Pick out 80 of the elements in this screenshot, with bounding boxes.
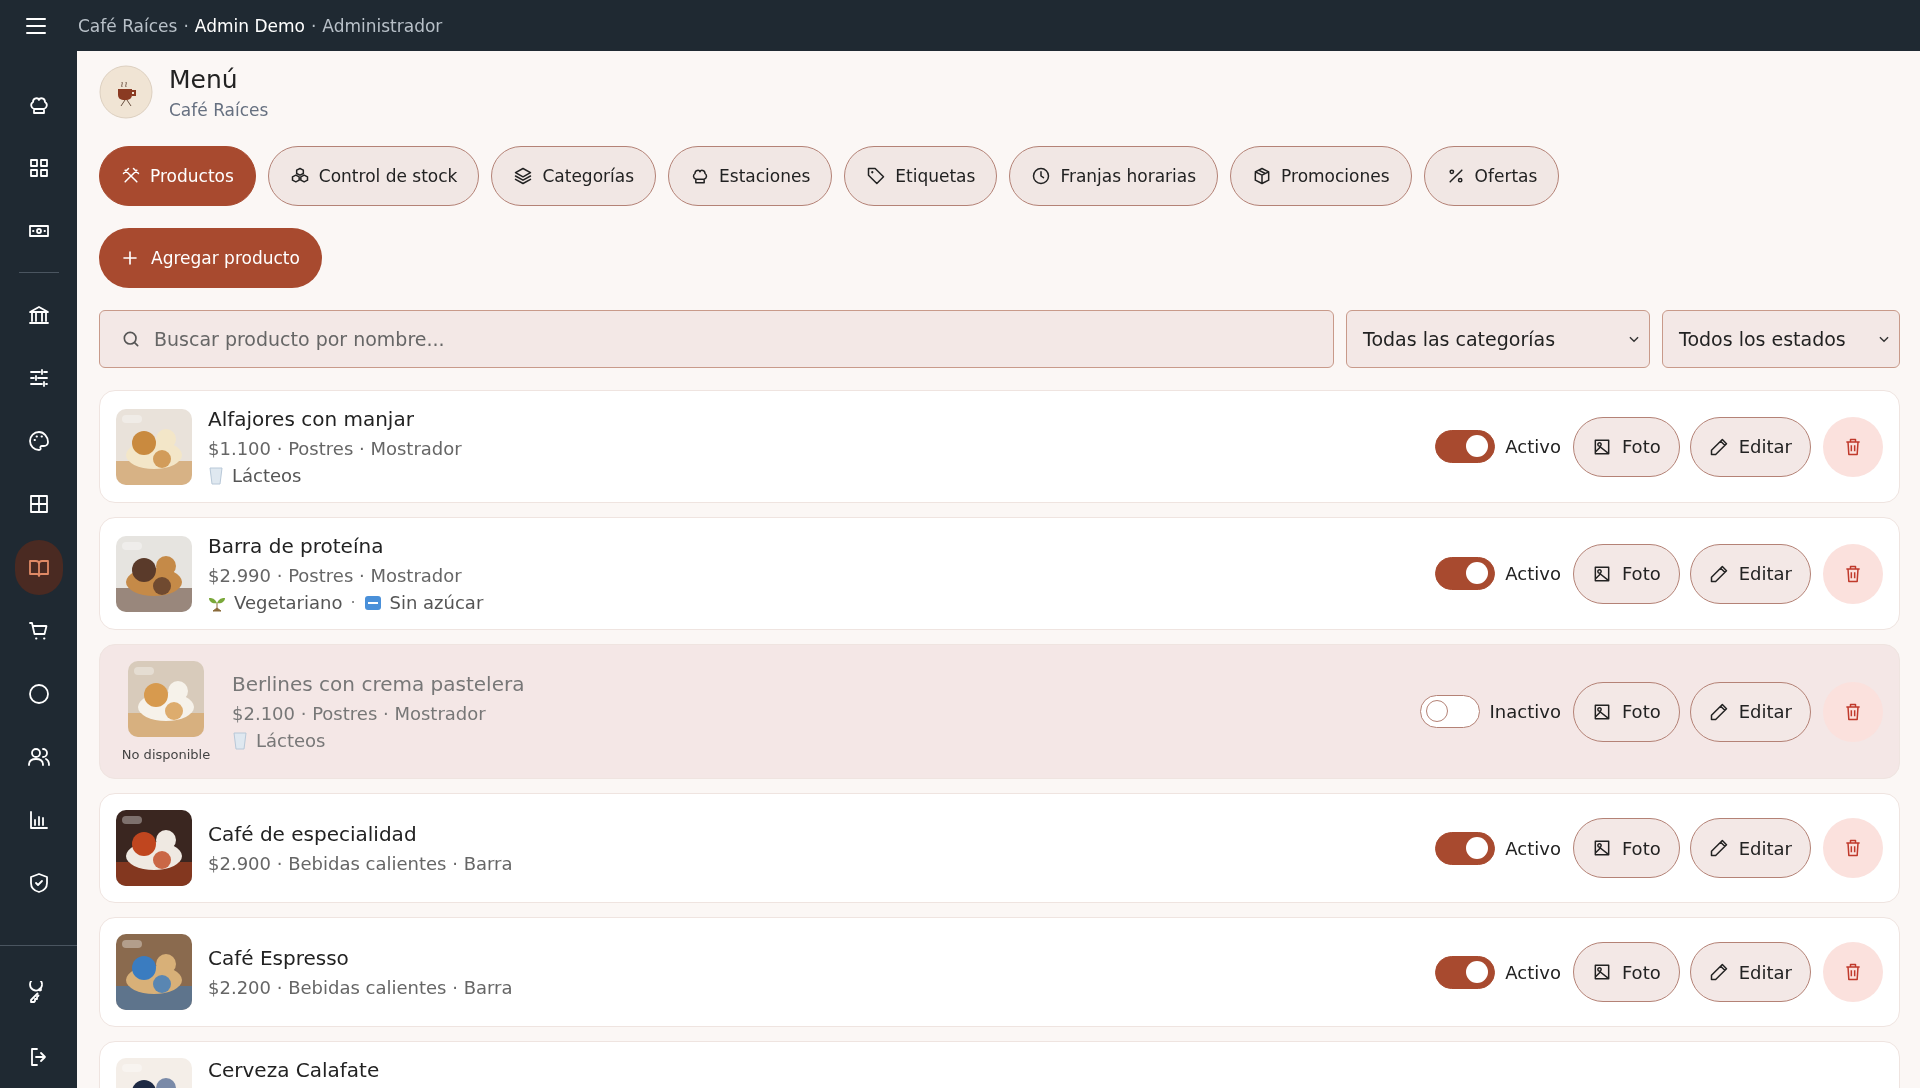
plus-icon	[121, 249, 139, 267]
breadcrumb-item: Café Raíces	[78, 15, 178, 36]
tab[interactable]: Control de stock	[267, 146, 480, 206]
pencil-icon	[1708, 563, 1729, 584]
tag-icon	[866, 166, 887, 186]
cubes-icon	[289, 166, 310, 186]
filter-select[interactable]: Todos los estados	[1662, 310, 1900, 368]
toggle-switch[interactable]	[1435, 831, 1496, 865]
product-details: $2.990 · Postres · Mostrador	[208, 565, 463, 586]
status-label: Activo	[1505, 563, 1561, 584]
pencil-icon	[1708, 838, 1729, 858]
breadcrumb-item: ·	[310, 15, 317, 36]
clock-icon	[1031, 166, 1052, 186]
status-label: Inactivo	[1489, 701, 1561, 722]
page-title: Menú	[169, 65, 239, 94]
product-name: Barra de proteína	[208, 534, 385, 558]
trash-icon	[1843, 962, 1863, 982]
edit-button[interactable]: Editar	[1689, 942, 1811, 1002]
pencil-icon	[1708, 701, 1729, 722]
cutlery-icon	[121, 166, 141, 186]
product-details: $2.200 · Bebidas calientes · Barra	[208, 977, 514, 998]
filter-select[interactable]: Todas las categorías	[1346, 310, 1650, 368]
logo-icon	[99, 65, 153, 119]
product-name: Café Espresso	[208, 946, 350, 970]
diet-tag: Sin azúcar	[389, 592, 484, 613]
pencil-icon	[1708, 962, 1729, 982]
photo-button[interactable]: Foto	[1572, 543, 1680, 604]
layers-icon	[513, 166, 534, 186]
edit-button[interactable]: Editar	[1689, 818, 1811, 878]
unavailable-note: No disponible	[121, 747, 211, 762]
trash-icon	[1843, 701, 1863, 722]
breadcrumb-item: ·	[183, 15, 189, 36]
toggle-switch[interactable]	[1435, 430, 1496, 463]
product-details: $2.100 · Postres · Mostrador	[232, 703, 487, 724]
status-label: Activo	[1505, 961, 1561, 983]
toggle-switch[interactable]	[1435, 557, 1496, 590]
status-label: Activo	[1505, 837, 1561, 859]
tab[interactable]: Etiquetas	[844, 146, 998, 206]
tab[interactable]: Promociones	[1230, 146, 1412, 206]
product-name: Cerveza Calafate	[208, 1058, 381, 1082]
diet-tag: Lácteos	[256, 730, 326, 751]
photo-button[interactable]: Foto	[1572, 681, 1680, 742]
delete-button[interactable]	[1823, 942, 1883, 1002]
toggle-switch[interactable]	[1435, 955, 1496, 989]
page-subtitle: Café Raíces	[169, 100, 269, 120]
product-details: $1.100 · Postres · Mostrador	[208, 438, 463, 459]
trash-icon	[1843, 563, 1863, 584]
product-details: $2.900 · Bebidas calientes · Barra	[208, 853, 514, 874]
trash-icon	[1843, 436, 1863, 457]
toggle-switch[interactable]	[1419, 695, 1480, 728]
diet-tag: Vegetariano	[234, 592, 343, 613]
photo-button[interactable]: Foto	[1572, 818, 1680, 878]
photo-button[interactable]: Foto	[1572, 416, 1680, 477]
tab[interactable]: Ofertas	[1423, 146, 1560, 206]
search-field[interactable]: Buscar producto por nombre...	[99, 310, 1334, 368]
tab[interactable]: Productos	[99, 146, 256, 206]
trash-icon	[1843, 838, 1863, 858]
glass-icon	[232, 731, 248, 750]
edit-button[interactable]: Editar	[1689, 416, 1811, 477]
palette-icon	[26, 429, 51, 454]
delete-button[interactable]	[1823, 818, 1883, 878]
status-label: Activo	[1505, 436, 1561, 457]
tab[interactable]: Categorías	[491, 146, 657, 206]
edit-button[interactable]: Editar	[1689, 681, 1811, 742]
diet-tag: Lácteos	[232, 465, 302, 486]
product-name: Café de especialidad	[208, 822, 418, 846]
pencil-icon	[1708, 436, 1729, 457]
badge-icon	[363, 593, 382, 612]
separator: ·	[350, 593, 356, 612]
tab[interactable]: Estaciones	[668, 146, 833, 206]
glass-icon	[208, 466, 224, 485]
search-icon	[121, 329, 141, 349]
edit-button[interactable]: Editar	[1689, 543, 1811, 604]
product-name: Alfajores con manjar	[208, 407, 415, 431]
product-name: Berlines con crema pastelera	[232, 672, 526, 696]
add-product-button[interactable]: Agregar producto	[99, 228, 322, 288]
tab[interactable]: Franjas horarias	[1009, 146, 1219, 206]
photo-button[interactable]: Foto	[1572, 942, 1680, 1002]
breadcrumb-item: Admin Demo	[194, 15, 305, 36]
breadcrumb-item: Administrador	[322, 15, 443, 36]
